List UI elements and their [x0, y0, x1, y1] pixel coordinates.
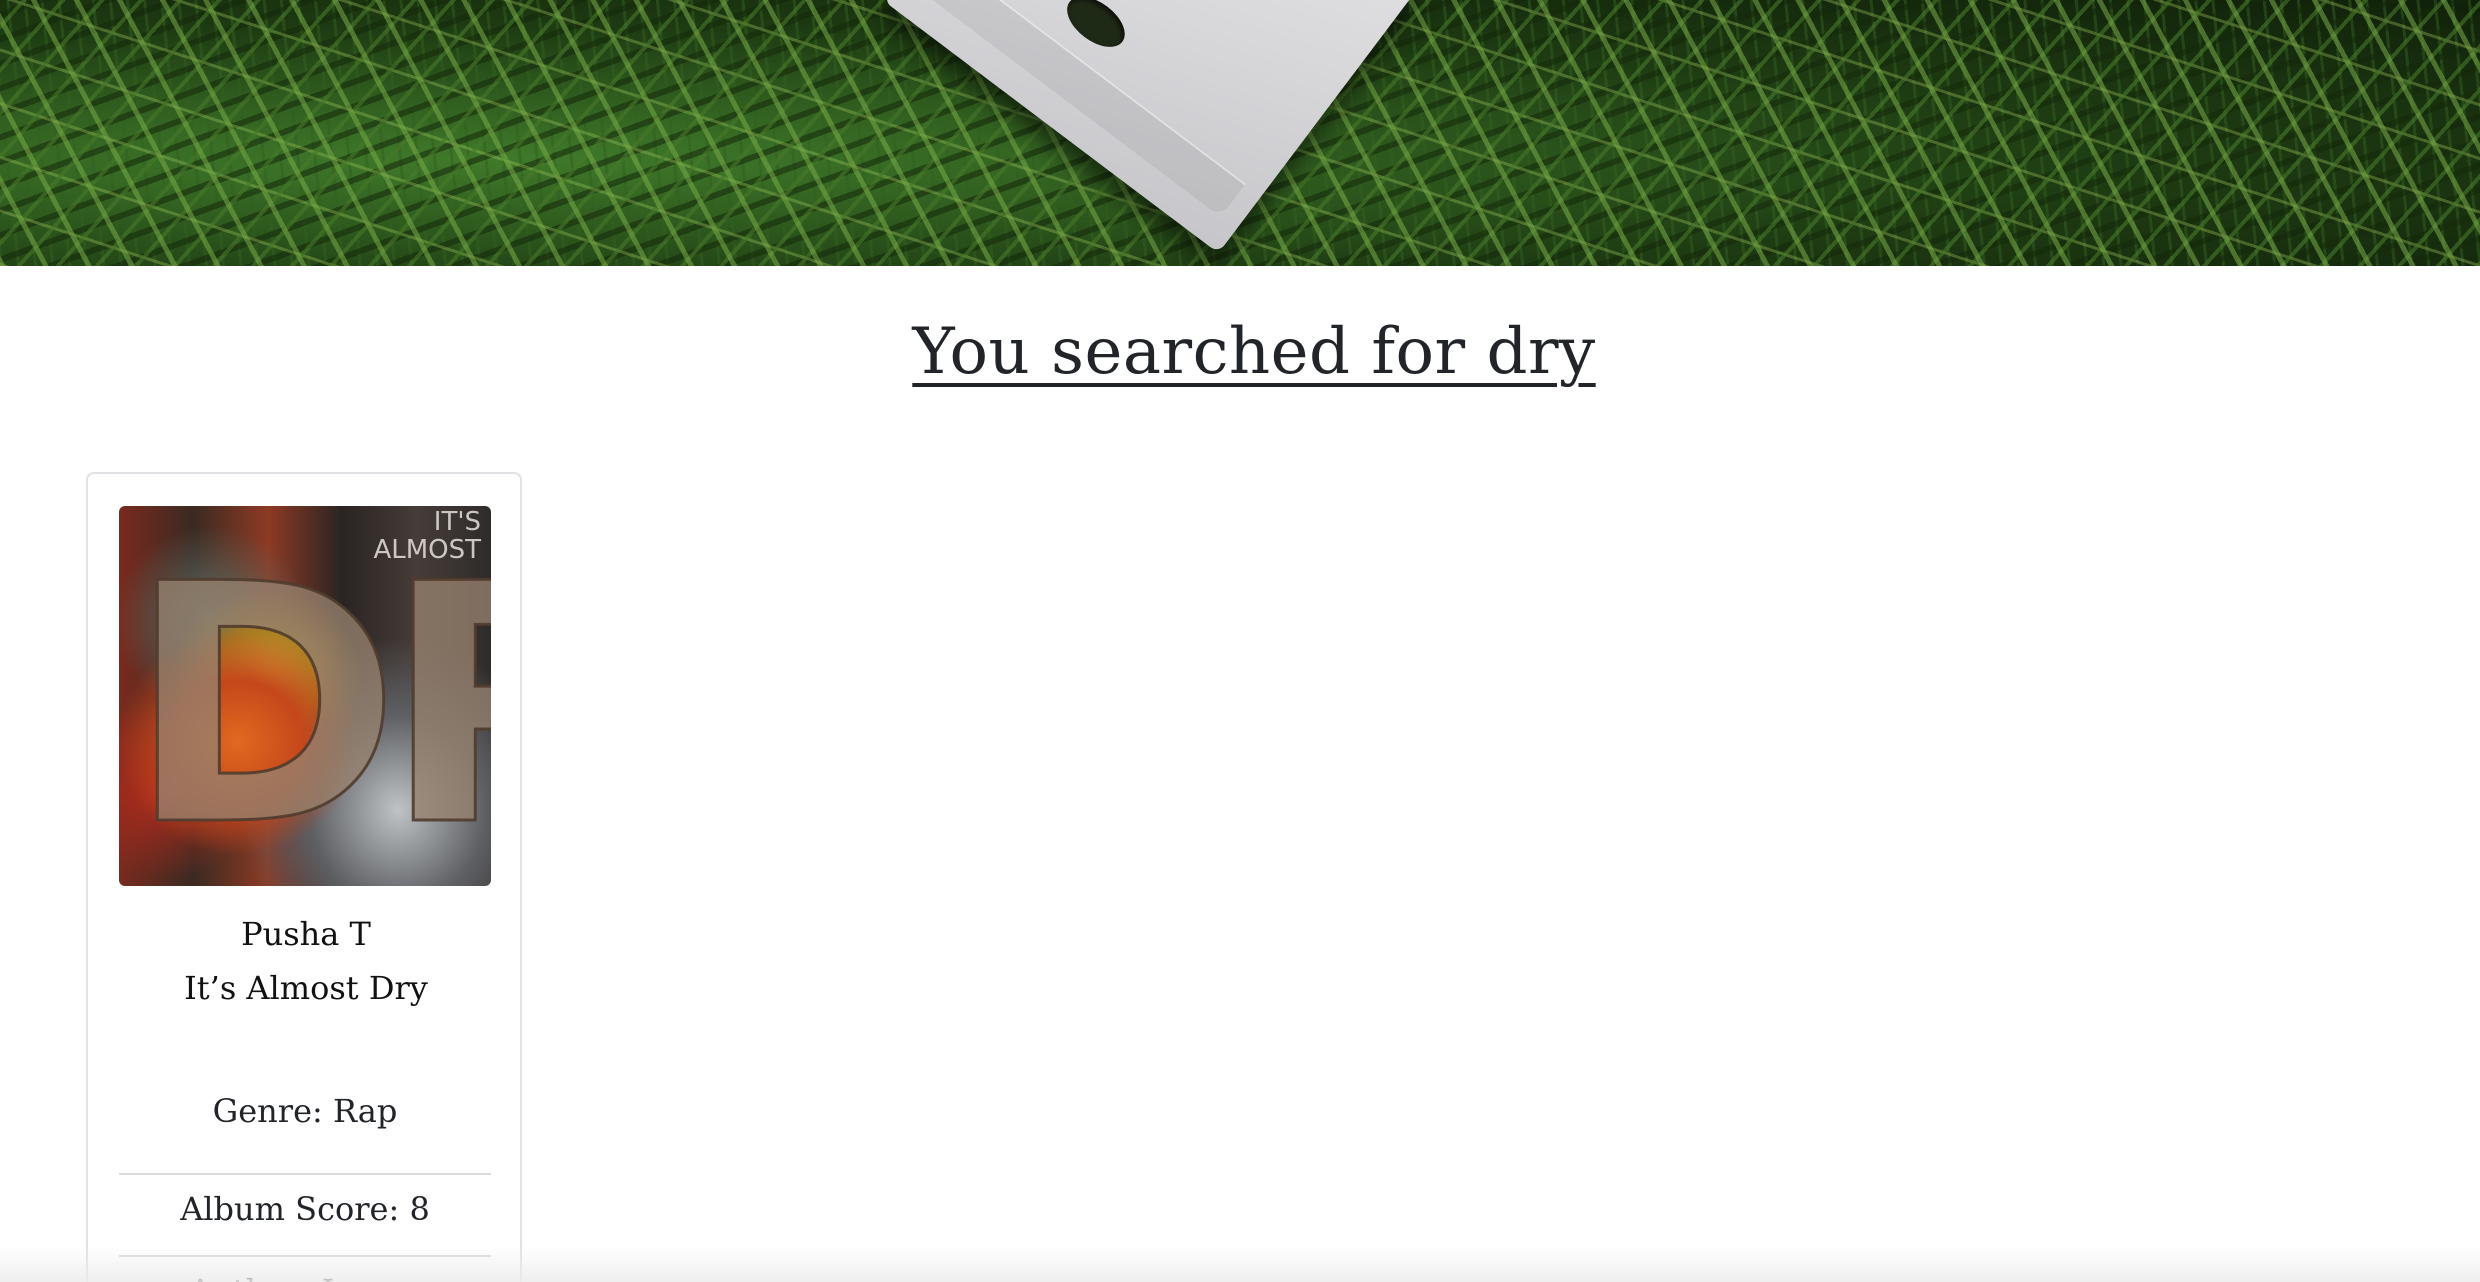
album-artist: Pusha T: [241, 915, 371, 953]
page: You searched for dry DRY IT'S ALMOST Pus…: [0, 0, 2480, 1282]
album-result-card[interactable]: DRY IT'S ALMOST Pusha T It’s Almost Dry …: [86, 472, 522, 1282]
cover-title-text: DRY: [126, 514, 491, 886]
hero-banner-image: [0, 0, 2480, 266]
cassette-hole: [1058, 0, 1134, 57]
album-genre: Genre: Rap: [212, 1092, 398, 1130]
album-title[interactable]: It’s Almost Dry: [88, 968, 524, 1008]
cassette-tape-image: [882, 0, 1418, 254]
search-results-heading: You searched for dry: [912, 315, 1596, 389]
album-cover-image[interactable]: DRY IT'S ALMOST: [119, 506, 491, 886]
cover-subtitle-text: IT'S ALMOST: [373, 507, 481, 565]
album-score: Album Score: 8: [119, 1173, 491, 1229]
album-author: Author: Lenny: [119, 1255, 491, 1282]
